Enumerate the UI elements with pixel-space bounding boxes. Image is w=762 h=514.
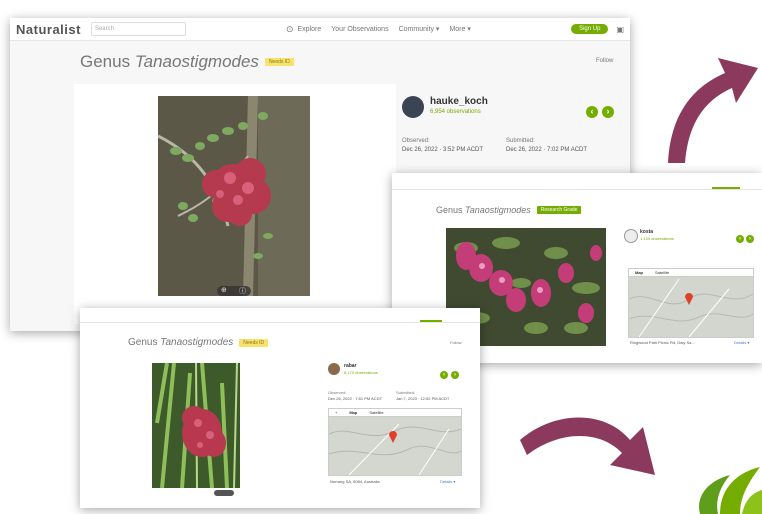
- map-tabs: + Map Satellite: [329, 409, 461, 417]
- gall-photo-image: [158, 96, 310, 296]
- photo-controls: ⊕ ⓘ: [217, 286, 251, 296]
- next-observation-button[interactable]: ›: [451, 371, 459, 379]
- page-title-row: Genus Tanaostigmodes Needs ID: [80, 52, 294, 72]
- observation-count[interactable]: 6,954 observations: [430, 109, 481, 115]
- observed-label: Observed:: [328, 390, 347, 395]
- quality-grade-badge: Needs ID: [239, 338, 269, 347]
- username[interactable]: rabar: [344, 363, 357, 369]
- screenshot-card-front: Genus Tanaostigmodes Needs ID Follow rab…: [80, 308, 480, 508]
- avatar[interactable]: [624, 229, 638, 243]
- header-rule: [80, 322, 480, 323]
- prev-observation-button[interactable]: ‹: [586, 106, 598, 118]
- nav-link-more[interactable]: More ▾: [449, 25, 470, 33]
- details-link[interactable]: Details ▾: [440, 479, 455, 484]
- location-text: Nerrang SA, 5084, Australia: [330, 479, 380, 484]
- tab-satellite[interactable]: Satellite: [649, 269, 675, 276]
- submitted-date: Jan 7, 2023 · 12:52 PM ACDT: [396, 396, 450, 401]
- leaf-logo-icon: [699, 467, 762, 514]
- avatar[interactable]: [402, 96, 424, 118]
- inbox-icon[interactable]: ▣: [616, 25, 624, 34]
- username[interactable]: hauke_koch: [430, 96, 488, 107]
- map-tabs: Map Satellite: [629, 269, 753, 277]
- follow-button[interactable]: Follow: [596, 58, 613, 64]
- location-map[interactable]: Map Satellite: [628, 268, 754, 338]
- submitted-date: Dec 26, 2022 · 7:02 PM ACDT: [506, 147, 588, 153]
- avatar[interactable]: [328, 363, 340, 375]
- location-map[interactable]: + Map Satellite: [328, 408, 462, 476]
- observed-date: Dec 26, 2022 · 7:51 PM ACDT: [328, 396, 383, 401]
- photo-thumbnails: [214, 490, 234, 496]
- tab-map[interactable]: Map: [343, 409, 363, 416]
- explore-icon[interactable]: ⊙: [286, 24, 294, 35]
- observation-count[interactable]: 1,133 observations: [640, 236, 674, 241]
- nav-link-your-observations[interactable]: Your Observations: [331, 26, 388, 33]
- site-logo[interactable]: Naturalist: [16, 22, 81, 37]
- gall-photo-image: [152, 363, 240, 488]
- curved-arrow-top-right-icon: [668, 58, 758, 163]
- zoom-icon[interactable]: ⊕: [221, 286, 227, 294]
- tab-satellite[interactable]: Satellite: [363, 409, 389, 416]
- observed-label: Observed:: [402, 138, 430, 144]
- page-title-row: Genus Tanaostigmodes Research Grade: [436, 205, 582, 215]
- tab-map[interactable]: Map: [629, 269, 649, 276]
- nav-link-community[interactable]: Community ▾: [399, 25, 440, 33]
- observation-photo[interactable]: [152, 363, 240, 488]
- map-marker-icon[interactable]: [389, 431, 397, 443]
- location-text: Ringwood Park Picnic Rd, Daly Sa...: [630, 340, 695, 345]
- observation-photo[interactable]: [158, 96, 310, 296]
- nav-link-explore[interactable]: Explore: [298, 26, 322, 33]
- header-rule: [392, 189, 762, 190]
- page-title: Genus Tanaostigmodes: [80, 52, 259, 71]
- submitted-label: Submitted:: [506, 138, 535, 144]
- quality-grade-badge: Research Grade: [536, 206, 582, 214]
- search-input[interactable]: Search: [90, 22, 186, 36]
- page-title-row: Genus Tanaostigmodes Needs ID: [128, 337, 269, 348]
- observation-count[interactable]: 8,170 observations: [344, 370, 378, 375]
- zoom-in-button[interactable]: +: [329, 409, 343, 416]
- username[interactable]: kosta: [640, 229, 653, 235]
- map-marker-icon[interactable]: [685, 293, 693, 305]
- submitted-label: Submitted:: [396, 390, 416, 395]
- details-link[interactable]: Details ▾: [734, 340, 749, 345]
- quality-grade-badge: Needs ID: [264, 58, 294, 66]
- top-navbar: Naturalist Search ⊙ Explore Your Observa…: [10, 18, 630, 41]
- follow-button[interactable]: Follow: [450, 340, 462, 345]
- curved-arrow-bottom-icon: [520, 417, 655, 475]
- next-observation-button[interactable]: ›: [746, 235, 754, 243]
- next-observation-button[interactable]: ›: [602, 106, 614, 118]
- prev-observation-button[interactable]: ‹: [440, 371, 448, 379]
- page-title: Genus Tanaostigmodes: [436, 205, 531, 215]
- info-icon[interactable]: ⓘ: [239, 286, 246, 296]
- signup-button[interactable]: Sign Up: [571, 24, 609, 34]
- prev-observation-button[interactable]: ‹: [736, 235, 744, 243]
- observed-date: Dec 26, 2022 · 3:52 PM ACDT: [402, 147, 484, 153]
- page-title: Genus Tanaostigmodes: [128, 337, 234, 348]
